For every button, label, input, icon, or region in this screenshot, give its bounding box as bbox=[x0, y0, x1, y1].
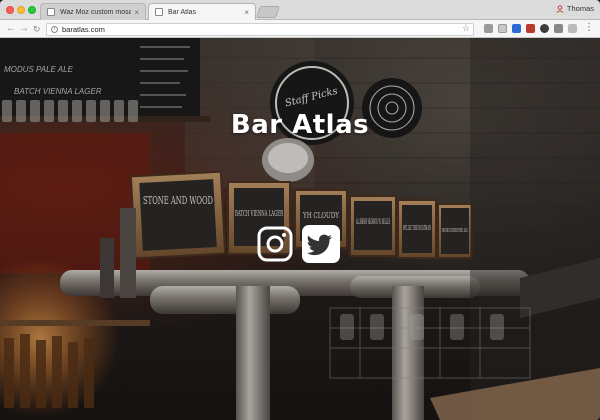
page-icon bbox=[155, 8, 163, 16]
browser-toolbar: ← → ↻ i baratlas.com ☆ ⋮ bbox=[0, 20, 600, 38]
window-close-button[interactable] bbox=[6, 6, 14, 14]
site-title: Bar Atlas bbox=[230, 110, 370, 140]
tab-waz-moz[interactable]: Waz Moz custom mosaic desi × bbox=[40, 3, 146, 20]
url-text: baratlas.com bbox=[62, 25, 105, 34]
extension-icon[interactable] bbox=[512, 24, 521, 33]
close-icon[interactable]: × bbox=[241, 8, 249, 17]
tab-bar-atlas[interactable]: Bar Atlas × bbox=[148, 3, 256, 20]
instagram-icon bbox=[257, 226, 293, 262]
reload-icon[interactable]: ↻ bbox=[33, 23, 41, 35]
profile-button[interactable]: Thomas bbox=[556, 4, 594, 13]
profile-name: Thomas bbox=[566, 4, 594, 13]
extension-icon[interactable] bbox=[484, 24, 493, 33]
browser-window: Waz Moz custom mosaic desi × Bar Atlas ×… bbox=[0, 0, 600, 420]
extension-icon[interactable] bbox=[540, 24, 549, 33]
tab-label: Waz Moz custom mosaic desi bbox=[60, 8, 131, 16]
extension-icon[interactable] bbox=[526, 24, 535, 33]
hero-background-photo: MODUS PALE ALE BATCH VIENNA LAGER Staff … bbox=[0, 38, 600, 420]
hero-section: MODUS PALE ALE BATCH VIENNA LAGER Staff … bbox=[0, 38, 600, 420]
window-zoom-button[interactable] bbox=[28, 6, 36, 14]
menu-icon[interactable]: ⋮ bbox=[584, 22, 594, 33]
extension-icon[interactable] bbox=[554, 24, 563, 33]
forward-arrow-icon[interactable]: → bbox=[19, 23, 29, 35]
page-icon bbox=[47, 8, 55, 16]
info-icon[interactable]: i bbox=[51, 26, 58, 33]
window-minimize-button[interactable] bbox=[17, 6, 25, 14]
tab-label: Bar Atlas bbox=[168, 8, 197, 16]
user-icon bbox=[556, 4, 564, 13]
twitter-bird-icon bbox=[306, 234, 333, 256]
bookmark-star-icon[interactable]: ☆ bbox=[462, 23, 470, 34]
back-arrow-icon[interactable]: ← bbox=[6, 23, 16, 35]
close-icon[interactable]: × bbox=[131, 8, 139, 17]
twitter-link[interactable] bbox=[302, 225, 340, 263]
extension-icon[interactable] bbox=[498, 24, 507, 33]
address-bar[interactable]: i baratlas.com bbox=[46, 23, 474, 36]
new-tab-button[interactable] bbox=[256, 6, 280, 18]
extension-icon[interactable] bbox=[568, 24, 577, 33]
tab-strip: Waz Moz custom mosaic desi × Bar Atlas ×… bbox=[0, 0, 600, 20]
instagram-link[interactable] bbox=[257, 226, 293, 262]
